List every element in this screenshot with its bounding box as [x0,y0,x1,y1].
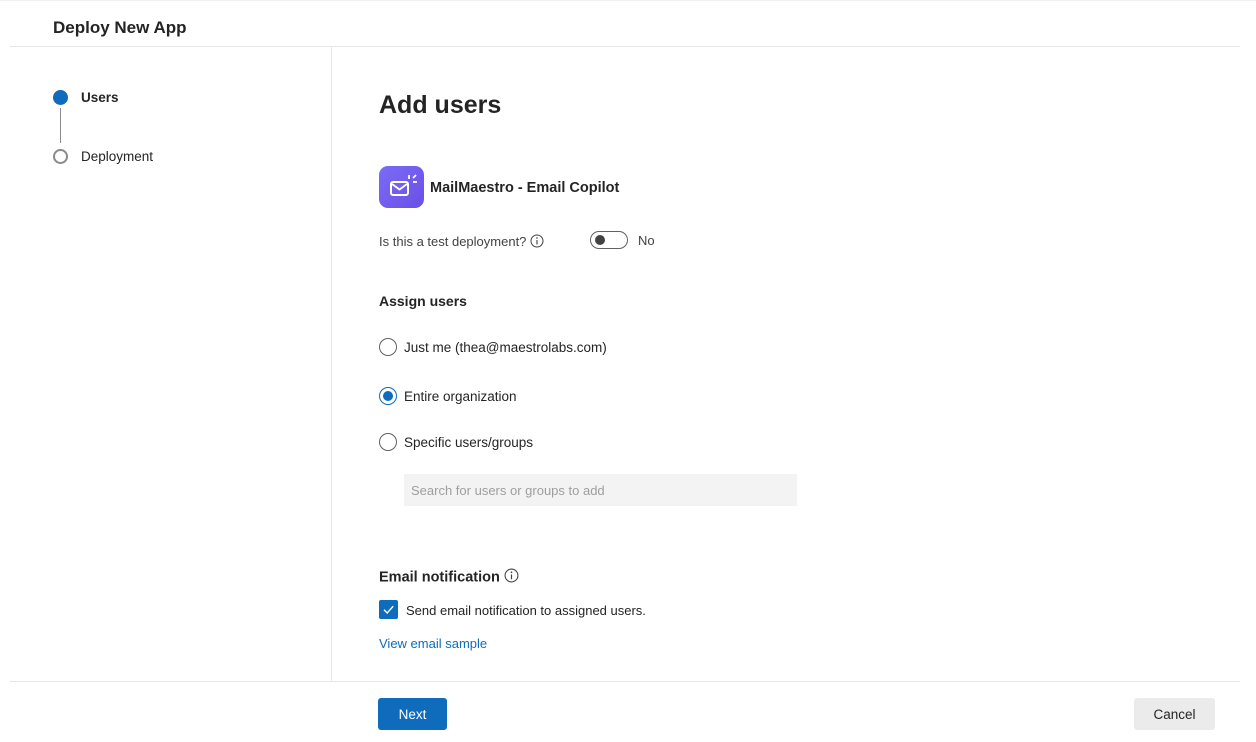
step-connector [60,108,61,143]
radio-entire-organization-label: Entire organization [404,389,517,404]
step-deployment-label: Deployment [81,149,154,164]
page-header-title: Deploy New App [53,18,187,37]
email-notification-checkbox-label: Send email notification to assigned user… [406,603,646,618]
step-deployment-indicator-icon [53,149,68,164]
radio-specific-users-label: Specific users/groups [404,435,534,450]
page-header: Deploy New App [10,0,1240,47]
cancel-button[interactable]: Cancel [1134,698,1215,730]
user-search-input[interactable] [404,474,797,506]
mail-sparkle-icon [379,166,424,208]
radio-specific-users[interactable] [379,433,397,451]
email-notification-row: Email notification [379,568,519,587]
email-notification-title: Email notification [379,569,500,586]
next-button[interactable]: Next [378,698,447,730]
step-users-indicator-icon [53,90,68,105]
step-users-label: Users [81,90,119,105]
radio-just-me-label: Just me (thea@maestrolabs.com) [404,340,607,355]
radio-selected-dot [383,391,393,401]
page-title: Add users [379,91,502,119]
footer-divider [10,681,1240,682]
email-notification-checkbox[interactable] [379,600,398,619]
test-deployment-toggle-value: No [638,233,655,248]
checkmark-icon [383,605,394,615]
radio-just-me[interactable] [379,338,397,356]
view-email-sample-link[interactable]: View email sample [379,636,487,651]
radio-entire-organization[interactable] [379,387,397,405]
test-deployment-label: Is this a test deployment? [379,234,527,249]
info-icon[interactable] [504,568,519,587]
step-sidebar [0,47,332,681]
info-icon[interactable] [530,234,544,251]
app-name: MailMaestro - Email Copilot [430,180,620,196]
test-deployment-toggle[interactable] [590,231,628,249]
test-deployment-label-row: Is this a test deployment? [379,234,544,251]
toggle-knob [595,235,605,245]
assign-users-title: Assign users [379,293,467,309]
